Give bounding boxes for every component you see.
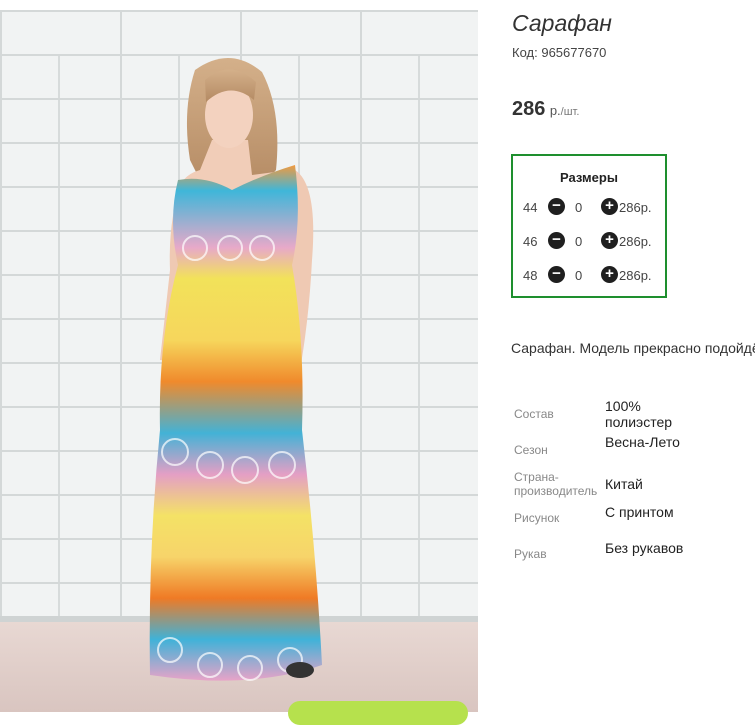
product-code: Код: 965677670: [512, 45, 606, 60]
property-value: Китай: [605, 476, 643, 492]
product-code-label: Код:: [512, 45, 538, 60]
size-quantity: 0: [575, 268, 583, 283]
model-in-dress-image: [149, 57, 322, 681]
property-key: Страна-производитель: [514, 470, 598, 498]
price-value: 286: [512, 98, 546, 120]
increase-qty-button[interactable]: +: [601, 198, 618, 215]
property-key: Рисунок: [514, 511, 560, 525]
property-value: С принтом: [605, 504, 674, 520]
decrease-qty-button[interactable]: −: [548, 198, 565, 215]
size-price: 286р.: [619, 234, 652, 249]
size-selector-box: Размеры 44 − 0 + 286р. 46 − 0 + 286р. 48…: [511, 154, 667, 298]
product-code-value: 965677670: [541, 45, 607, 60]
size-price: 286р.: [619, 268, 652, 283]
size-number: 44: [523, 200, 538, 215]
size-number: 46: [523, 234, 538, 249]
property-key: Состав: [514, 407, 554, 421]
price-unit: р./шт.: [550, 103, 580, 118]
size-number: 48: [523, 268, 538, 283]
sizes-title: Размеры: [560, 170, 618, 185]
product-photo[interactable]: [0, 10, 478, 712]
size-row: 44 − 0 + 286р.: [523, 198, 663, 218]
increase-qty-button[interactable]: +: [601, 232, 618, 249]
size-row: 46 − 0 + 286р.: [523, 232, 663, 252]
size-quantity: 0: [575, 200, 583, 215]
property-key: Рукав: [514, 547, 547, 561]
product-title: Сарафан: [512, 10, 612, 36]
price-currency: р.: [549, 103, 561, 118]
price-per-unit: /шт.: [560, 106, 580, 118]
size-price: 286р.: [619, 200, 652, 215]
decrease-qty-button[interactable]: −: [548, 266, 565, 283]
property-value: 100% полиэстер: [605, 398, 673, 430]
property-value: Без рукавов: [605, 540, 684, 556]
increase-qty-button[interactable]: +: [601, 266, 618, 283]
decrease-qty-button[interactable]: −: [548, 232, 565, 249]
size-row: 48 − 0 + 286р.: [523, 266, 663, 286]
product-description: Сарафан. Модель прекрасно подойдёт: [511, 340, 755, 356]
add-to-cart-button-partial[interactable]: [288, 701, 468, 725]
size-quantity: 0: [575, 234, 583, 249]
product-price: 286 р./шт.: [512, 98, 579, 121]
property-key: Сезон: [514, 443, 548, 457]
property-value: Весна-Лето: [605, 434, 680, 450]
